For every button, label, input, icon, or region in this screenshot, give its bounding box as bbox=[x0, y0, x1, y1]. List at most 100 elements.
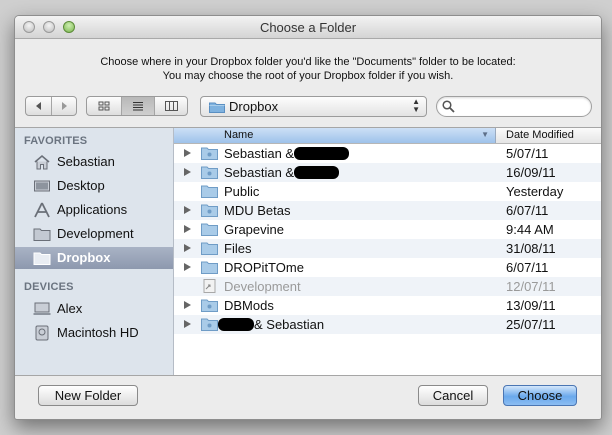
disclosure-triangle-icon[interactable] bbox=[184, 301, 191, 309]
table-row[interactable]: Files 31/08/11 bbox=[174, 239, 601, 258]
disclosure-triangle-icon[interactable] bbox=[184, 206, 191, 214]
dialog-prompt: Choose where in your Dropbox folder you'… bbox=[15, 55, 601, 83]
sidebar-item-label: Alex bbox=[57, 301, 83, 316]
folder-icon bbox=[201, 223, 218, 236]
search-input[interactable] bbox=[457, 99, 585, 114]
redacted-text bbox=[218, 318, 254, 331]
search-icon bbox=[442, 100, 455, 113]
shared-folder-icon bbox=[201, 299, 218, 312]
folder-icon bbox=[201, 185, 218, 198]
list-header: Name ▼ Date Modified bbox=[174, 128, 601, 144]
name-column-label: Name bbox=[224, 129, 254, 141]
sidebar-item-applications[interactable]: Applications bbox=[15, 199, 173, 221]
name-column-header[interactable]: Name ▼ bbox=[174, 128, 496, 143]
table-row[interactable]: DBMods 13/09/11 bbox=[174, 296, 601, 315]
folder-icon bbox=[201, 242, 218, 255]
shared-folder-icon bbox=[201, 147, 218, 160]
new-folder-button[interactable]: New Folder bbox=[38, 385, 138, 406]
date-modified: Yesterday bbox=[506, 184, 564, 199]
shared-folder-icon bbox=[201, 166, 218, 179]
computer-icon bbox=[33, 302, 51, 315]
column-view-button[interactable] bbox=[154, 97, 187, 115]
table-row[interactable]: DROPitTOme 6/07/11 bbox=[174, 258, 601, 277]
forward-arrow-icon bbox=[62, 102, 68, 110]
sidebar-item-label: Macintosh HD bbox=[57, 325, 139, 340]
date-modified: 6/07/11 bbox=[506, 260, 549, 275]
devices-header: DEVICES bbox=[24, 281, 74, 293]
sidebar-item-label: Dropbox bbox=[57, 250, 111, 265]
disclosure-triangle-icon[interactable] bbox=[184, 225, 191, 233]
sidebar-item-desktop[interactable]: Desktop bbox=[15, 175, 173, 197]
desktop-icon bbox=[34, 180, 50, 192]
choose-button[interactable]: Choose bbox=[503, 385, 577, 406]
disclosure-triangle-icon[interactable] bbox=[184, 149, 191, 157]
date-modified: 13/09/11 bbox=[506, 298, 556, 313]
date-modified: 31/08/11 bbox=[506, 241, 556, 256]
popup-arrows-icon: ▲ ▼ bbox=[412, 97, 420, 114]
table-row: Development 12/07/11 bbox=[174, 277, 601, 296]
file-browser: FAVORITES Sebastian Desktop Applications… bbox=[15, 127, 601, 376]
folder-icon bbox=[33, 228, 51, 241]
cancel-button[interactable]: Cancel bbox=[418, 385, 488, 406]
table-row[interactable]: Sebastian & 5/07/11 bbox=[174, 144, 601, 163]
file-name: DBMods bbox=[224, 298, 274, 313]
icon-view-button[interactable] bbox=[87, 97, 121, 115]
disclosure-triangle-icon[interactable] bbox=[184, 244, 191, 252]
date-modified: 6/07/11 bbox=[506, 203, 549, 218]
search-field[interactable] bbox=[436, 96, 592, 117]
sidebar-item-development[interactable]: Development bbox=[15, 223, 173, 245]
shared-folder-icon bbox=[201, 318, 218, 331]
list-view-button[interactable] bbox=[121, 97, 154, 115]
date-modified: 16/09/11 bbox=[506, 165, 556, 180]
table-row[interactable]: Grapevine 9:44 AM bbox=[174, 220, 601, 239]
table-row[interactable]: & Sebastian 25/07/11 bbox=[174, 315, 601, 334]
date-modified-column-header[interactable]: Date Modified bbox=[506, 129, 574, 141]
icon-view-icon bbox=[98, 101, 110, 111]
prompt-line-1: Choose where in your Dropbox folder you'… bbox=[100, 56, 516, 68]
file-name: Public bbox=[224, 184, 260, 199]
list-view-icon bbox=[133, 102, 143, 111]
sort-descending-icon: ▼ bbox=[481, 130, 489, 139]
folder-icon bbox=[33, 252, 51, 265]
table-row[interactable]: MDU Betas 6/07/11 bbox=[174, 201, 601, 220]
hard-drive-icon bbox=[35, 325, 49, 341]
sidebar-item-sebastian[interactable]: Sebastian bbox=[15, 151, 173, 173]
back-forward-control bbox=[25, 96, 77, 116]
dropbox-folder-icon bbox=[209, 101, 225, 116]
location-label: Dropbox bbox=[229, 99, 279, 114]
date-modified: 5/07/11 bbox=[506, 146, 549, 161]
folder-icon bbox=[201, 261, 218, 274]
window-title: Choose a Folder bbox=[259, 20, 357, 35]
title-bar: Choose a Folder bbox=[15, 16, 601, 39]
date-modified: 9:44 AM bbox=[506, 222, 554, 237]
favorites-header: FAVORITES bbox=[24, 135, 88, 147]
table-row[interactable]: Public Yesterday bbox=[174, 182, 601, 201]
disclosure-triangle-icon[interactable] bbox=[184, 263, 191, 271]
back-button[interactable] bbox=[26, 97, 51, 115]
column-view-icon bbox=[164, 101, 178, 111]
file-name: Files bbox=[224, 241, 252, 256]
sidebar-item-label: Development bbox=[57, 226, 134, 241]
file-name: Development bbox=[224, 279, 301, 294]
disclosure-triangle-icon[interactable] bbox=[184, 168, 191, 176]
applications-icon bbox=[34, 202, 50, 218]
file-name: Grapevine bbox=[224, 222, 284, 237]
sidebar-item-label: Applications bbox=[57, 202, 128, 217]
sidebar-item-label: Sebastian bbox=[57, 154, 115, 169]
file-name: Sebastian & bbox=[224, 146, 350, 161]
view-mode-control bbox=[86, 96, 188, 116]
sidebar-item-dropbox[interactable]: Dropbox bbox=[15, 247, 173, 269]
forward-button[interactable] bbox=[51, 97, 76, 115]
sidebar-item-macintosh-hd[interactable]: Macintosh HD bbox=[15, 322, 173, 344]
table-row[interactable]: Sebastian & 16/09/11 bbox=[174, 163, 601, 182]
file-name: Sebastian & bbox=[224, 165, 340, 180]
sidebar-item-alex[interactable]: Alex bbox=[15, 298, 173, 320]
alias-file-icon bbox=[203, 279, 216, 293]
date-modified: 12/07/11 bbox=[506, 279, 556, 294]
file-name: MDU Betas bbox=[224, 203, 291, 218]
choose-folder-dialog: Choose a Folder Choose where in your Dro… bbox=[14, 15, 602, 420]
sidebar-item-label: Desktop bbox=[57, 178, 105, 193]
location-popup[interactable]: Dropbox ▲ ▼ bbox=[200, 96, 427, 117]
file-name: DROPitTOme bbox=[224, 260, 304, 275]
disclosure-triangle-icon[interactable] bbox=[184, 320, 191, 328]
